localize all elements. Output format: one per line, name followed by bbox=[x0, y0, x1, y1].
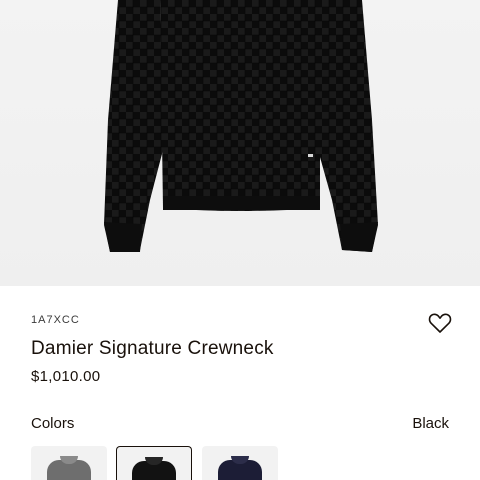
sweater-illustration bbox=[104, 0, 378, 252]
heart-outline-icon bbox=[428, 313, 452, 333]
colors-label: Colors bbox=[31, 415, 75, 432]
wishlist-button[interactable] bbox=[428, 312, 452, 334]
color-swatch-list bbox=[31, 446, 471, 480]
product-title: Damier Signature Crewneck bbox=[31, 338, 274, 359]
product-hero-image[interactable] bbox=[0, 0, 480, 286]
color-swatch-grey[interactable] bbox=[31, 446, 107, 480]
selected-color-name[interactable]: Black bbox=[412, 415, 449, 432]
color-swatch-navy[interactable] bbox=[202, 446, 278, 480]
product-price: $1,010.00 bbox=[31, 368, 101, 385]
product-sku: 1A7XCC bbox=[31, 314, 80, 326]
color-swatch-black[interactable] bbox=[116, 446, 192, 480]
